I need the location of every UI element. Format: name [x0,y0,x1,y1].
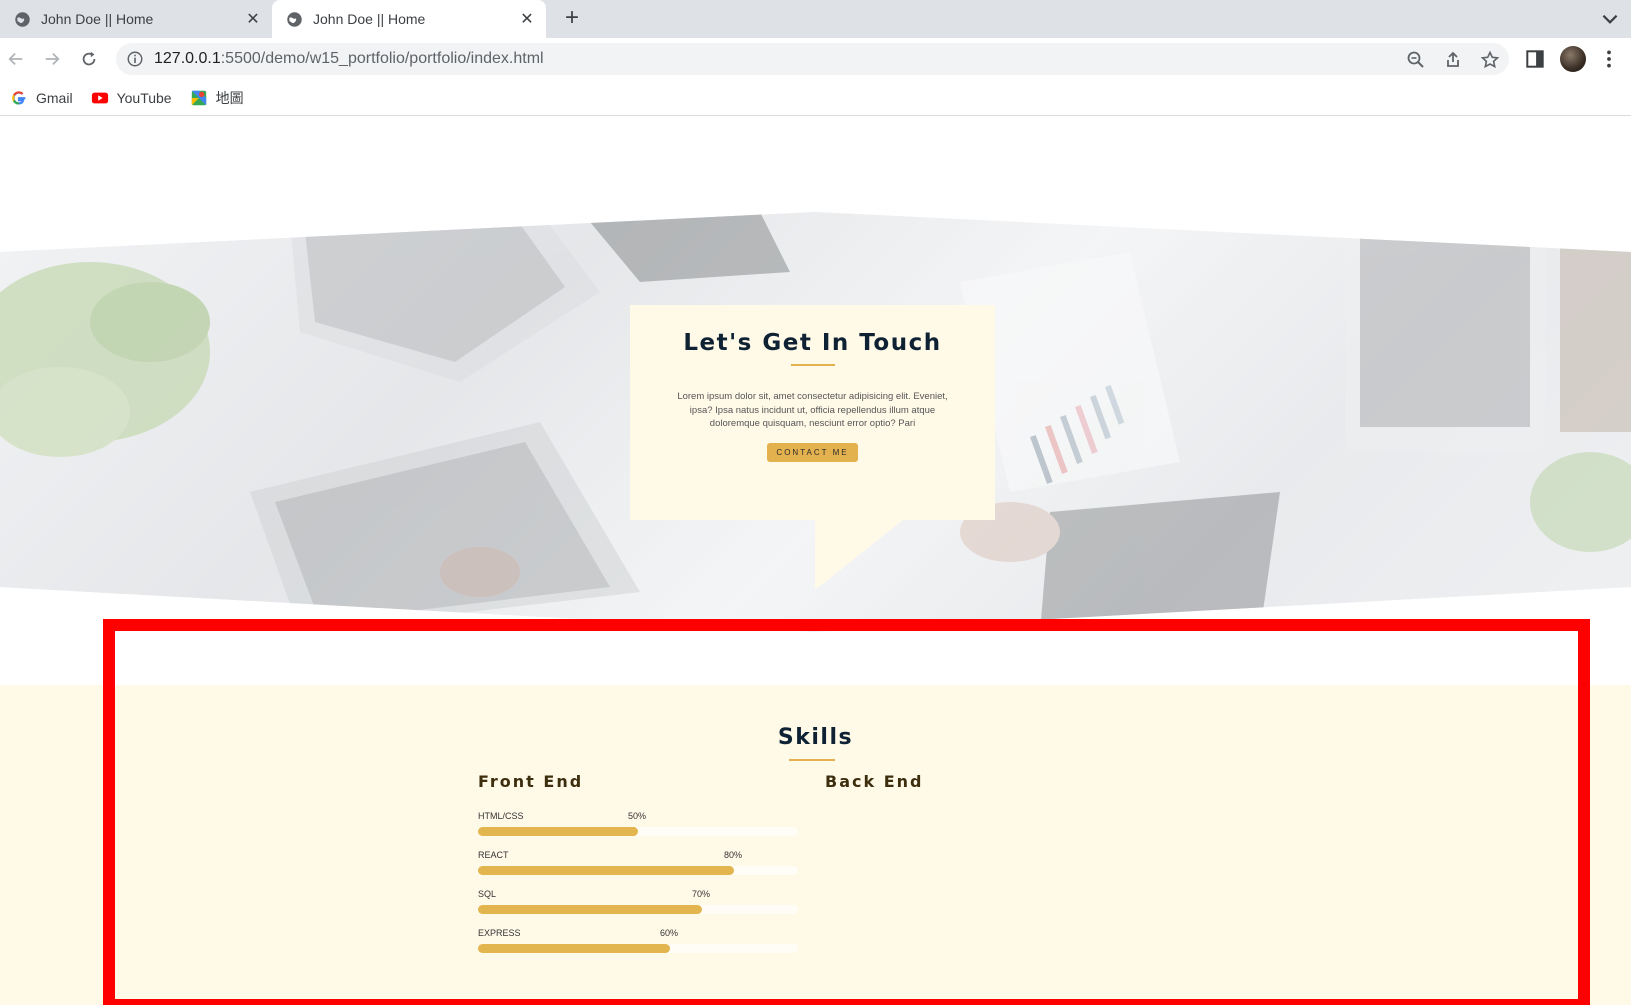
skill-name: SQL [478,889,497,899]
tab-1[interactable]: John Doe || Home ✕ [0,0,272,38]
share-icon[interactable] [1443,50,1463,70]
bookmark-gmail[interactable]: Gmail [10,89,73,107]
skill-fill [478,944,670,953]
skill-fill [478,866,734,875]
skill-item: EXPRESS 60% [478,928,798,964]
reload-icon[interactable] [77,47,101,71]
side-panel-icon[interactable] [1524,48,1546,70]
skill-name: EXPRESS [478,928,521,938]
globe-icon [287,11,302,27]
contact-description: Lorem ipsum dolor sit, amet consectetur … [677,391,948,429]
youtube-icon [91,92,108,103]
forward-icon[interactable] [40,47,64,71]
bookmarks-bar: Gmail YouTube 地圖 [0,80,1631,116]
url-host: 127.0.0.1 [154,50,221,67]
zoom-icon[interactable] [1406,50,1426,70]
browser-toolbar: 127.0.0.1:5500/demo/w15_portfolio/portfo… [0,38,1631,80]
tab-title: John Doe || Home [313,11,426,27]
skill-track [478,944,798,953]
bookmark-youtube[interactable]: YouTube [91,89,172,107]
bookmark-label: 地圖 [215,89,244,106]
bookmark-star-icon[interactable] [1480,50,1500,70]
speech-bubble-tail [815,520,903,590]
url-text: 127.0.0.1:5500/demo/w15_portfolio/portfo… [154,50,544,68]
skill-item: REACT 80% [478,850,798,886]
bookmark-label: Gmail [36,89,73,106]
chevron-down-icon[interactable] [1599,8,1621,30]
globe-icon [15,11,30,27]
tab-strip: John Doe || Home ✕ John Doe || Home ✕ + [0,0,1631,38]
skill-item: SQL 70% [478,889,798,925]
skill-item: HTML/CSS 50% [478,811,798,847]
skills-title-underline [789,759,835,761]
profile-avatar[interactable] [1560,46,1586,72]
bookmark-label: YouTube [116,89,172,106]
new-tab-icon[interactable]: + [560,6,584,31]
skill-percent: 50% [628,811,647,821]
skill-name: REACT [478,850,509,860]
page-viewport: Let's Get In Touch Lorem ipsum dolor sit… [0,117,1631,1005]
skill-fill [478,827,638,836]
skill-name: HTML/CSS [478,811,524,821]
maps-icon [191,90,206,105]
contact-title: Let's Get In Touch [683,330,942,356]
bookmark-maps[interactable]: 地圖 [190,88,244,108]
skill-percent: 60% [660,928,679,938]
skill-percent: 70% [692,889,711,899]
skill-track [478,866,798,875]
front-end-heading: Front End [478,772,584,791]
back-icon[interactable] [4,47,28,71]
title-underline [790,364,835,366]
contact-card: Let's Get In Touch Lorem ipsum dolor sit… [630,305,995,520]
menu-dots-icon[interactable] [1598,48,1620,70]
contact-me-button[interactable]: CONTACT ME [767,442,858,462]
skill-track [478,827,798,836]
tab-title: John Doe || Home [41,11,154,27]
back-end-heading: Back End [825,772,924,791]
close-icon[interactable]: ✕ [242,8,264,30]
info-icon[interactable] [126,50,144,68]
skills-section: Skills Front End Back End HTML/CSS 50% R… [0,685,1631,1005]
close-icon[interactable]: ✕ [516,8,538,30]
skill-percent: 80% [724,850,743,860]
url-path: :5500/demo/w15_portfolio/portfolio/index… [220,50,544,67]
skill-fill [478,905,702,914]
address-bar[interactable]: 127.0.0.1:5500/demo/w15_portfolio/portfo… [116,43,1509,75]
skill-track [478,905,798,914]
google-icon [12,90,26,104]
tab-2-active[interactable]: John Doe || Home ✕ [272,0,546,38]
skills-title: Skills [777,725,854,750]
